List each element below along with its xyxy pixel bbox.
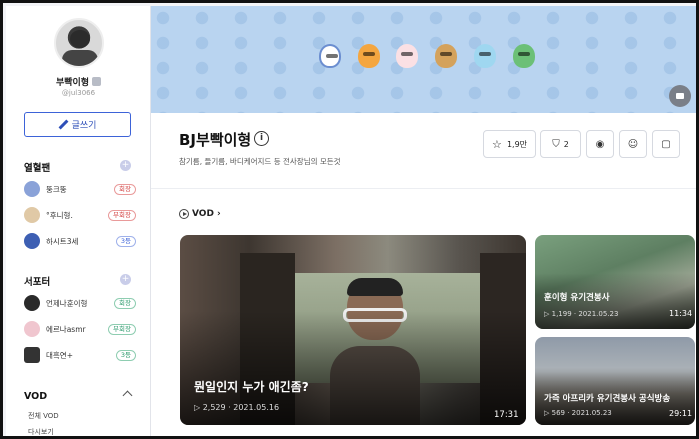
fan-avatar <box>24 233 40 249</box>
fan-row[interactable]: 하시트3세 3등 <box>24 232 136 250</box>
chevron-right-icon: › <box>216 209 221 219</box>
pencil-icon <box>59 120 68 129</box>
mascot-icon <box>358 44 380 68</box>
user-id: @jul3066 <box>61 89 96 97</box>
vod-heading[interactable]: VOD › <box>179 209 221 219</box>
vod-card-side[interactable]: 훈이형 유기견봉사 ▷ 1,199 · 2021.05.23 11:34 <box>535 235 695 329</box>
sidebar: 부빡이형 @jul3066 글쓰기 열혈팬 + 뚱크뚱 회장 °후니형. 부회장… <box>6 6 151 436</box>
vod-duration: 29:11 <box>669 409 693 418</box>
supporter-row[interactable]: 언제나훈이형 회장 <box>24 294 136 312</box>
verified-badge-icon <box>92 77 102 86</box>
star-icon: ☆ <box>491 137 502 151</box>
supporter-rank-badge: 회장 <box>114 297 136 309</box>
channel-title: BJ부빡이형 <box>179 131 252 149</box>
supporter-avatar <box>24 321 40 337</box>
fan-name: °후니형. <box>46 210 73 220</box>
channel-banner <box>151 6 696 113</box>
bookmark-icon: ⛉ <box>552 138 560 150</box>
vod-heading-label: VOD <box>192 209 214 219</box>
supporter-row[interactable]: 대흑연+ 3등 <box>24 346 136 364</box>
write-post-button[interactable]: 글쓰기 <box>24 112 131 137</box>
fan-name: 하시트3세 <box>46 236 79 246</box>
vod-title: 뭔일인지 누가 애긴좀? <box>194 380 309 394</box>
vod-meta: ▷ 569 · 2021.05.23 <box>544 409 612 417</box>
page-frame: 부빡이형 @jul3066 글쓰기 열혈팬 + 뚱크뚱 회장 °후니형. 부회장… <box>0 0 699 439</box>
location-icon: ◉ <box>595 138 605 150</box>
info-icon[interactable]: i <box>254 131 269 146</box>
mascot-icon <box>319 44 341 68</box>
vod-section: VOD › 뭔일인지 누가 애긴좀? ▷ 2,529 · 2021.05.16 … <box>151 188 696 436</box>
fan-avatar <box>24 181 40 197</box>
nickname-text: 부빡이형 <box>55 78 90 88</box>
supporters-add-icon[interactable]: + <box>120 274 131 285</box>
channel-info: BJ부빡이형 i 참기름, 들기름, 바디케어지드 등 전사장님의 모든것 ☆ … <box>151 113 696 188</box>
nickname: 부빡이형 <box>6 75 151 88</box>
supporter-name: 에르나asmr <box>46 324 86 334</box>
sidebar-vod-title[interactable]: VOD <box>24 391 47 402</box>
vod-meta: ▷ 2,529 · 2021.05.16 <box>194 403 280 412</box>
mascot-icon <box>396 44 418 68</box>
fans-add-icon[interactable]: + <box>120 160 131 171</box>
vod-meta: ▷ 1,199 · 2021.05.23 <box>544 310 619 318</box>
chevron-up-icon[interactable] <box>122 390 133 401</box>
supporter-row[interactable]: 에르나asmr 부회장 <box>24 320 136 338</box>
fan-row[interactable]: 뚱크뚱 회장 <box>24 180 136 198</box>
vod-duration: 17:31 <box>494 410 519 420</box>
fan-rank-badge: 회장 <box>114 183 136 195</box>
supporter-avatar <box>24 347 40 363</box>
avatar[interactable] <box>54 18 104 68</box>
play-icon <box>179 209 189 219</box>
notify-count: 2 <box>563 139 569 149</box>
subscribe-button[interactable]: ☆ 1,9만 <box>483 130 536 158</box>
sidebar-link-replay[interactable]: 다시보기 <box>28 427 54 436</box>
banner-pattern <box>151 6 696 113</box>
emoji-icon: ☺ <box>627 138 639 150</box>
supporter-name: 언제나훈이형 <box>46 298 88 308</box>
fans-section-title: 열혈팬 <box>24 163 51 174</box>
fan-rank-badge: 부회장 <box>108 209 136 221</box>
location-button[interactable]: ◉ <box>586 130 614 158</box>
write-button-label: 글쓰기 <box>71 121 97 131</box>
channel-description: 참기름, 들기름, 바디케어지드 등 전사장님의 모든것 <box>179 157 341 166</box>
sidebar-link-all-vod[interactable]: 전체 VOD <box>28 411 59 421</box>
sticker-icon: ▢ <box>661 138 671 150</box>
vod-title: 훈이형 유기견봉사 <box>544 293 610 303</box>
mascot-icon <box>435 44 457 68</box>
supporter-avatar <box>24 295 40 311</box>
supporters-section-title: 서포터 <box>24 277 51 288</box>
fan-name: 뚱크뚱 <box>46 184 67 194</box>
sticker-button[interactable]: ▢ <box>652 130 680 158</box>
vod-title: 가즉 아프리카 유기견봉사 공식방송 <box>544 394 671 404</box>
youtube-icon[interactable] <box>669 85 691 107</box>
fan-rank-badge: 3등 <box>115 235 136 247</box>
subscriber-count: 1,9만 <box>506 139 528 149</box>
mascot-icon <box>513 44 535 68</box>
vod-card-main[interactable]: 뭔일인지 누가 애긴좀? ▷ 2,529 · 2021.05.16 17:31 <box>180 235 526 425</box>
vod-duration: 11:34 <box>669 309 693 318</box>
fan-row[interactable]: °후니형. 부회장 <box>24 206 136 224</box>
notify-button[interactable]: ⛉ 2 <box>540 130 581 158</box>
supporter-name: 대흑연+ <box>46 350 73 360</box>
supporter-rank-badge: 부회장 <box>108 323 136 335</box>
vod-card-side[interactable]: 가즉 아프리카 유기견봉사 공식방송 ▷ 569 · 2021.05.23 29… <box>535 337 695 425</box>
fan-avatar <box>24 207 40 223</box>
mascot-icon <box>474 44 496 68</box>
supporter-rank-badge: 3등 <box>115 349 136 361</box>
emoji-button[interactable]: ☺ <box>619 130 647 158</box>
